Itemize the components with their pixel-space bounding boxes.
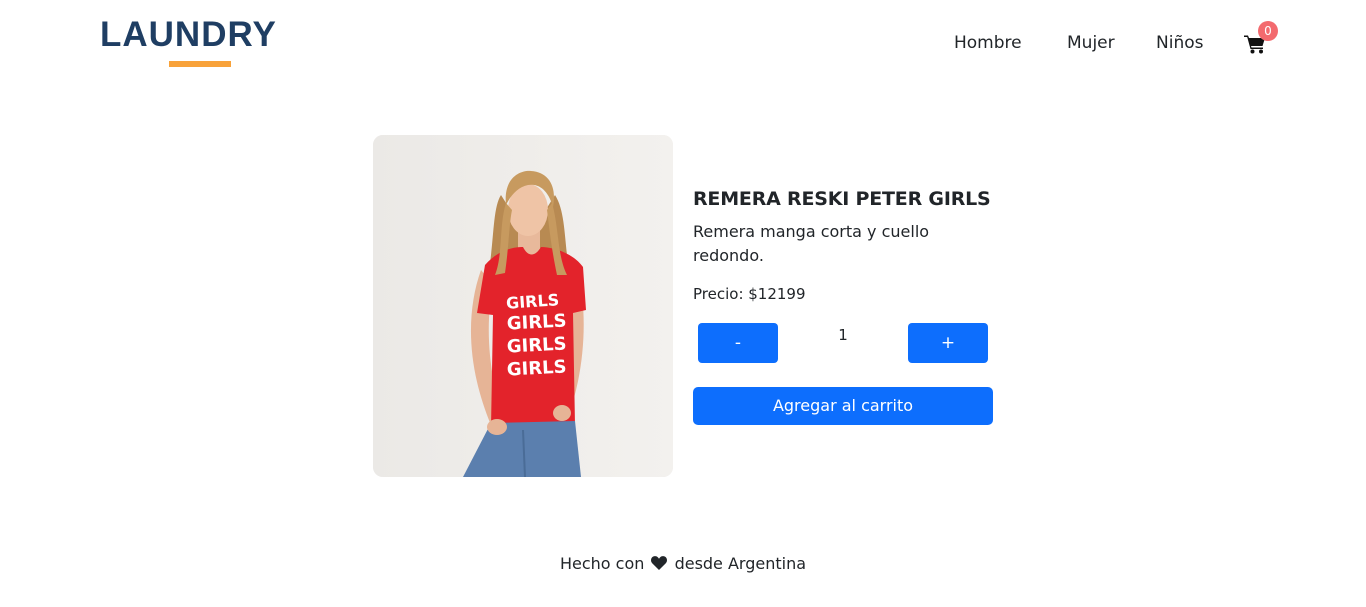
footer-text-start: Hecho con [559,554,645,573]
nav-hombre[interactable]: Hombre [954,33,1022,53]
heart-icon [651,554,668,570]
product-price: Precio: $12199 [693,285,806,303]
logo[interactable]: LAUNDRY [100,15,277,67]
shirt-print-2: GIRLS [506,310,567,334]
product-description: Remera manga corta y cuello redondo. [693,222,930,265]
shirt-print-4: GIRLS [506,356,567,380]
product-image: GIRLS GIRLS GIRLS GIRLS [373,135,673,477]
product-title: REMERA RESKI PETER GIRLS [693,188,991,210]
nav-ninos[interactable]: Niños [1156,33,1203,53]
shirt-print-1: GIRLS [505,290,559,313]
quantity-value: 1 [838,326,848,344]
cart-count-badge: 0 [1258,21,1278,41]
logo-underline [169,61,231,67]
footer: Hecho con desde Argentina [0,553,1366,575]
footer-text-end: desde Argentina [674,554,807,573]
quantity-stepper: - 1 + [693,323,993,363]
product-info: REMERA RESKI PETER GIRLS Remera manga co… [693,186,993,305]
shirt-print-3: GIRLS [506,333,567,357]
nav-mujer[interactable]: Mujer [1067,33,1115,53]
logo-text: LAUNDRY [100,15,277,54]
add-to-cart-button[interactable]: Agregar al carrito [693,387,993,425]
increase-quantity-button[interactable]: + [908,323,988,363]
decrease-quantity-button[interactable]: - [698,323,778,363]
